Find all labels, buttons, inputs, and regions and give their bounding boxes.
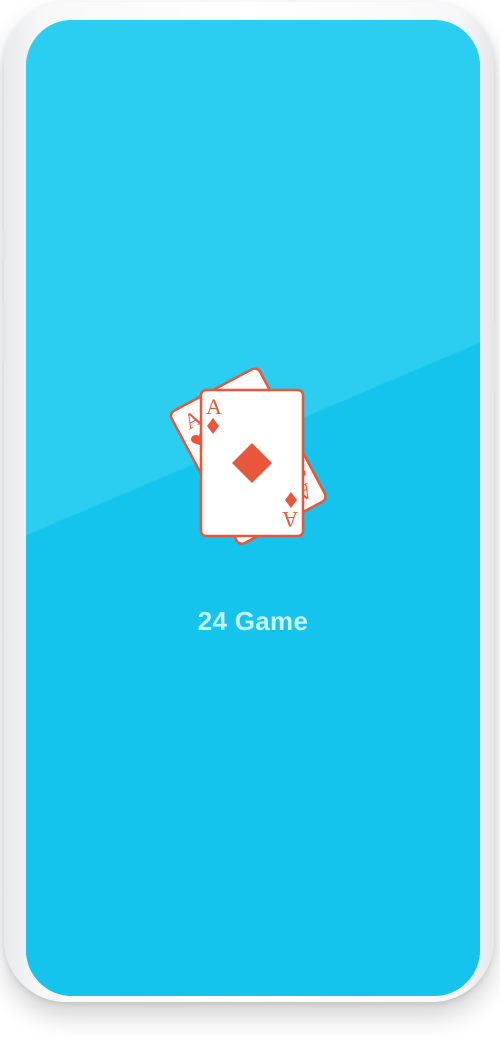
app-title: 24 Game <box>197 606 309 636</box>
app-screen: A A A A <box>26 20 480 996</box>
playing-cards-icon: A A A A <box>169 367 327 546</box>
front-card-rank-inverted: A <box>282 507 298 532</box>
side-button <box>2 230 6 260</box>
splash-content: A A A A <box>26 360 480 636</box>
side-button <box>2 302 6 362</box>
front-card: A A <box>199 388 305 538</box>
side-button <box>492 322 496 392</box>
front-card-rank: A <box>206 394 222 419</box>
phone-frame: A A A A <box>2 2 496 1002</box>
